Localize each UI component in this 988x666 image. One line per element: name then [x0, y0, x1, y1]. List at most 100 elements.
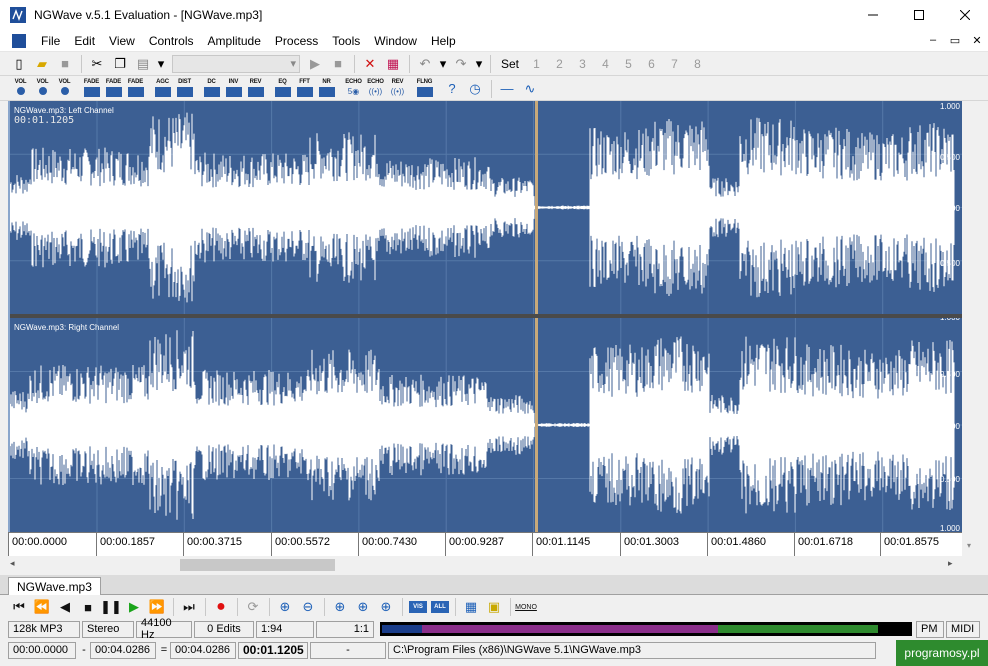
fade-out-button[interactable]: FADE: [103, 78, 124, 100]
new-file-icon[interactable]: ▯: [8, 54, 30, 74]
menu-window[interactable]: Window: [367, 34, 424, 48]
redo-dropdown-icon[interactable]: ▾: [473, 54, 485, 74]
volume-adjust-button[interactable]: VOL: [54, 78, 75, 100]
set-1-button[interactable]: 1: [525, 57, 548, 71]
set-8-button[interactable]: 8: [686, 57, 709, 71]
play-icon[interactable]: ▶: [123, 597, 145, 617]
fft-button[interactable]: FFT: [294, 78, 315, 100]
reverb-button[interactable]: REV ((•)): [387, 78, 408, 100]
wave-view-icon[interactable]: ∿: [519, 79, 541, 99]
cut-icon[interactable]: ✂: [86, 54, 108, 74]
volume-button[interactable]: VOL: [10, 78, 31, 100]
trim-icon[interactable]: ▦: [382, 54, 404, 74]
loop-icon[interactable]: ⟳: [242, 597, 264, 617]
scroll-thumb[interactable]: [180, 559, 335, 571]
transport-bar: ⏮ ⏪ ◀ ■ ❚❚ ▶ ⏩ ⏭ ● ⟳ ⊕ ⊖ ⊕ ⊕ ⊕ VIS ALL ▦…: [0, 596, 988, 618]
go-to-end-icon[interactable]: ⏭: [178, 597, 200, 617]
set-4-button[interactable]: 4: [594, 57, 617, 71]
fade-in-button[interactable]: FADE: [81, 78, 102, 100]
scroll-left-icon[interactable]: ◂: [10, 558, 15, 569]
scroll-down-icon[interactable]: ▾: [967, 541, 971, 550]
redo-icon[interactable]: ↷: [450, 54, 472, 74]
save-icon[interactable]: ■: [54, 54, 76, 74]
step-back-icon[interactable]: ◀: [54, 597, 76, 617]
vertical-scrollbar[interactable]: ▾: [962, 101, 980, 556]
dc-offset-button[interactable]: DC: [201, 78, 222, 100]
undo-icon[interactable]: ↶: [414, 54, 436, 74]
distortion-button[interactable]: DIST: [174, 78, 195, 100]
view-visible-button[interactable]: VIS: [409, 601, 427, 613]
reverse-button[interactable]: REV: [245, 78, 266, 100]
scroll-right-icon[interactable]: ▸: [948, 558, 953, 569]
zoom-vertical-icon[interactable]: ⊕: [352, 597, 374, 617]
horizontal-scrollbar[interactable]: ◂ ▸: [8, 556, 962, 574]
open-folder-icon[interactable]: ▰: [31, 54, 53, 74]
menu-edit[interactable]: Edit: [67, 34, 102, 48]
zoom-full-icon[interactable]: ⊕: [375, 597, 397, 617]
pause-icon[interactable]: ❚❚: [100, 597, 122, 617]
right-channel[interactable]: NGWave.mp3: Right Channel 0.500 0.000 0.…: [10, 318, 962, 533]
menu-file[interactable]: File: [34, 34, 67, 48]
tab-ngwave[interactable]: NGWave.mp3: [8, 577, 101, 595]
file-path-field: C:\Program Files (x86)\NGWave 5.1\NGWave…: [388, 641, 876, 659]
mdi-restore-button[interactable]: ▭: [944, 34, 966, 47]
play-selection-icon[interactable]: ▶: [304, 54, 326, 74]
fast-forward-icon[interactable]: ⏩: [146, 597, 168, 617]
maximize-button[interactable]: [896, 0, 942, 30]
invert-button[interactable]: INV: [223, 78, 244, 100]
minimize-button[interactable]: [850, 0, 896, 30]
set-2-button[interactable]: 2: [548, 57, 571, 71]
record-icon[interactable]: ●: [210, 597, 232, 617]
left-channel[interactable]: NGWave.mp3: Left Channel 00:01.1205 1.00…: [10, 101, 962, 322]
stop-icon[interactable]: ■: [327, 54, 349, 74]
document-icon[interactable]: [12, 33, 26, 48]
copy-icon[interactable]: ❐: [109, 54, 131, 74]
markers-icon[interactable]: ▦: [460, 597, 482, 617]
menu-amplitude[interactable]: Amplitude: [201, 34, 268, 48]
set-7-button[interactable]: 7: [663, 57, 686, 71]
zoom-out-icon[interactable]: ⊖: [297, 597, 319, 617]
echo-icon: 5◉: [347, 86, 360, 96]
noise-reduction-button[interactable]: NR: [316, 78, 337, 100]
eq-button[interactable]: EQ: [272, 78, 293, 100]
close-button[interactable]: [942, 0, 988, 30]
volume-query-button[interactable]: VOL: [32, 78, 53, 100]
menu-tools[interactable]: Tools: [325, 34, 367, 48]
zoom-selection-icon[interactable]: ⊕: [329, 597, 351, 617]
menu-process[interactable]: Process: [268, 34, 325, 48]
zoom-in-icon[interactable]: ⊕: [274, 597, 296, 617]
level-meter-mid: [422, 625, 718, 633]
mdi-minimize-button[interactable]: –: [922, 34, 944, 47]
undo-dropdown-icon[interactable]: ▾: [437, 54, 449, 74]
fade-button[interactable]: FADE: [125, 78, 146, 100]
menu-controls[interactable]: Controls: [142, 34, 201, 48]
delete-icon[interactable]: ✕: [359, 54, 381, 74]
set-3-button[interactable]: 3: [571, 57, 594, 71]
waveform-view[interactable]: NGWave.mp3: Left Channel 00:01.1205 1.00…: [8, 101, 962, 533]
paste-mode-select[interactable]: [172, 54, 300, 73]
mono-button[interactable]: MONO: [515, 597, 537, 617]
length-field: 1:94: [256, 620, 314, 638]
agc-button[interactable]: AGC: [152, 78, 173, 100]
set-6-button[interactable]: 6: [640, 57, 663, 71]
marker-add-icon[interactable]: ▣: [483, 597, 505, 617]
mdi-close-button[interactable]: ✕: [966, 34, 988, 47]
echo-button[interactable]: ECHO 5◉: [343, 78, 364, 100]
selection-start-field: 00:00.0000: [8, 641, 76, 659]
rewind-icon[interactable]: ⏪: [31, 597, 53, 617]
stop-icon[interactable]: ■: [77, 597, 99, 617]
echo-multi-button[interactable]: ECHO ((•)): [365, 78, 386, 100]
menu-view[interactable]: View: [102, 34, 142, 48]
clock-icon[interactable]: ◷: [464, 79, 486, 99]
paste-icon[interactable]: ▤: [132, 54, 154, 74]
flanger-button[interactable]: FLNG: [414, 78, 435, 100]
menu-help[interactable]: Help: [424, 34, 463, 48]
time-ruler[interactable]: 00:00.0000 00:00.1857 00:00.3715 00:00.5…: [8, 532, 962, 557]
line-view-icon[interactable]: —: [496, 79, 518, 99]
help-cursor-icon[interactable]: ?: [441, 79, 463, 99]
reverse-icon: [247, 86, 264, 97]
paste-dropdown-icon[interactable]: ▾: [155, 54, 167, 74]
go-to-start-icon[interactable]: ⏮: [8, 597, 30, 617]
set-5-button[interactable]: 5: [617, 57, 640, 71]
view-all-button[interactable]: ALL: [431, 601, 449, 613]
